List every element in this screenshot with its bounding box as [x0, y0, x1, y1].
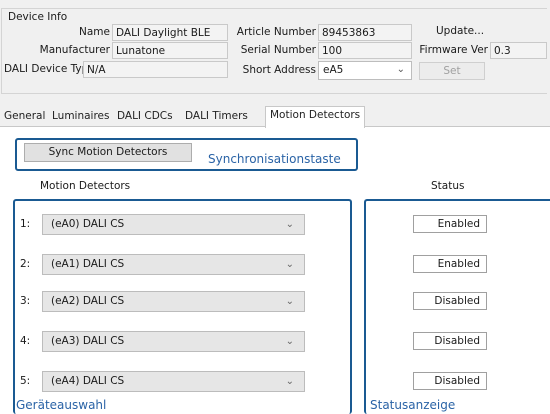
short-address-select[interactable]: eA5 ⌄: [318, 61, 412, 80]
sync-motion-detectors-button[interactable]: Sync Motion Detectors: [24, 143, 192, 162]
tab-motion-detectors[interactable]: Motion Detectors: [265, 106, 366, 128]
set-button[interactable]: Set: [419, 62, 485, 80]
motion-detector-select[interactable]: (eA4) DALI CS ⌄: [42, 371, 305, 392]
device-info-title: Device Info: [6, 11, 70, 23]
motion-detector-select[interactable]: (eA1) DALI CS ⌄: [42, 254, 305, 275]
short-address-label: Short Address: [242, 64, 316, 76]
motion-detector-select[interactable]: (eA0) DALI CS ⌄: [42, 214, 305, 235]
tab-luminaires[interactable]: Luminaires: [48, 108, 114, 127]
short-address-value: eA5: [323, 64, 344, 76]
sync-annotation: Synchronisationstaste: [208, 152, 341, 166]
status-display-annotation: Statusanzeige: [370, 398, 456, 412]
tab-dali-timers[interactable]: DALI Timers: [181, 108, 252, 127]
row-number: 5:: [20, 375, 31, 387]
device-select-annotation: Geräteauswahl: [16, 398, 107, 412]
motion-detector-select-value: (eA4) DALI CS: [51, 375, 125, 387]
chevron-down-icon: ⌄: [285, 336, 294, 347]
row-number: 3:: [20, 295, 31, 307]
tab-dali-cdcs[interactable]: DALI CDCs: [113, 108, 177, 127]
motion-detector-select-value: (eA1) DALI CS: [51, 258, 125, 270]
status-column-header: Status: [431, 180, 465, 192]
status-field: Disabled: [413, 332, 487, 350]
status-field: Disabled: [413, 292, 487, 310]
row-number: 4:: [20, 335, 31, 347]
manufacturer-field[interactable]: Lunatone: [112, 42, 228, 59]
status-field: Enabled: [413, 215, 487, 233]
serial-number-label: Serial Number: [240, 44, 316, 56]
chevron-down-icon: ⌄: [285, 259, 294, 270]
motion-detector-select-value: (eA2) DALI CS: [51, 295, 125, 307]
motion-detector-select-value: (eA0) DALI CS: [51, 218, 125, 230]
update-button[interactable]: Update...: [436, 23, 516, 41]
row-number: 2:: [20, 258, 31, 270]
status-field: Enabled: [413, 255, 487, 273]
chevron-down-icon: ⌄: [285, 296, 294, 307]
device-type-field[interactable]: N/A: [83, 61, 228, 78]
chevron-down-icon: ⌄: [396, 64, 405, 75]
tab-strip: General Luminaires DALI CDCs DALI Timers…: [0, 106, 550, 128]
manufacturer-label: Manufacturer: [39, 44, 110, 56]
motion-detectors-column-header: Motion Detectors: [40, 180, 131, 192]
chevron-down-icon: ⌄: [285, 376, 294, 387]
firmware-version-label: Firmware Ver: [419, 44, 488, 56]
firmware-version-field[interactable]: 0.3: [490, 42, 547, 59]
serial-number-field[interactable]: 100: [318, 42, 412, 59]
name-label: Name: [79, 26, 110, 38]
motion-detector-select[interactable]: (eA2) DALI CS ⌄: [42, 291, 305, 312]
motion-detector-select[interactable]: (eA3) DALI CS ⌄: [42, 331, 305, 352]
status-field: Disabled: [413, 372, 487, 390]
article-number-field[interactable]: 89453863: [318, 24, 412, 41]
device-type-label: DALI Device Type: [4, 63, 95, 75]
name-field[interactable]: DALI Daylight BLE: [112, 24, 228, 41]
motion-detector-select-value: (eA3) DALI CS: [51, 335, 125, 347]
article-number-label: Article Number: [236, 26, 316, 38]
chevron-down-icon: ⌄: [285, 219, 294, 230]
tab-general[interactable]: General: [0, 108, 49, 127]
row-number: 1:: [20, 218, 31, 230]
